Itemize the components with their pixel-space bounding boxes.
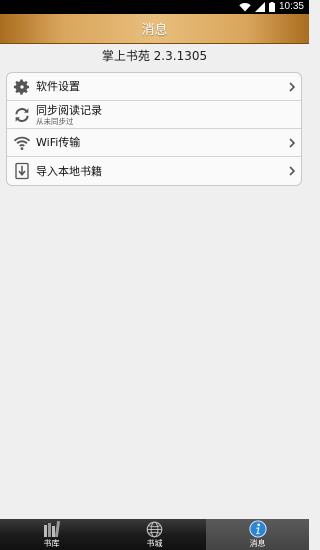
- tab-label: 书库: [43, 539, 60, 548]
- menu-item-label: 同步阅读记录: [36, 103, 102, 117]
- menu-item-text: 导入本地书籍: [36, 165, 102, 178]
- status-bar: 10:35: [0, 0, 309, 14]
- sync-icon: [12, 105, 32, 125]
- status-time: 10:35: [278, 1, 304, 12]
- page-title: 消息: [141, 23, 168, 38]
- app-version-text: 掌上书苑 2.3.1305: [101, 49, 208, 63]
- wifi-icon: [12, 133, 32, 153]
- info-icon: [248, 520, 268, 538]
- chevron-right-icon: [289, 81, 296, 92]
- menu-item-label: 导入本地书籍: [36, 164, 102, 178]
- sync-status-text: 从未同步过: [36, 116, 74, 126]
- bookshelf-icon: [42, 520, 62, 538]
- tab-messages[interactable]: 消息: [206, 519, 309, 550]
- wifi-signal-icon: [239, 3, 251, 12]
- menu-item-software-settings[interactable]: 软件设置: [7, 73, 301, 101]
- cell-signal-icon: [255, 2, 265, 12]
- tab-bookshelf[interactable]: 书库: [0, 519, 103, 550]
- globe-icon: [145, 520, 165, 538]
- tab-label: 消息: [249, 539, 266, 548]
- import-icon: [12, 161, 32, 181]
- menu-item-label: 软件设置: [36, 80, 80, 93]
- battery-icon: [269, 2, 275, 12]
- menu-item-text: WiFi传输: [36, 136, 80, 149]
- gear-icon: [12, 77, 32, 97]
- menu-item-text: 同步阅读记录 从未同步过: [36, 104, 102, 126]
- bottom-tab-bar: 书库 书城 消息: [0, 519, 309, 550]
- chevron-right-icon: [289, 137, 296, 148]
- menu-item-sync-reading[interactable]: 同步阅读记录 从未同步过: [7, 101, 301, 129]
- menu-item-import-local-books[interactable]: 导入本地书籍: [7, 157, 301, 185]
- menu-item-wifi-transfer[interactable]: WiFi传输: [7, 129, 301, 157]
- settings-menu: 软件设置 同步阅读记录 从未同步过 WiFi传输 导入本地书籍: [6, 72, 302, 186]
- chevron-right-icon: [289, 166, 296, 176]
- menu-item-label: WiFi传输: [36, 136, 81, 149]
- title-bar: 消息: [0, 14, 309, 44]
- menu-item-text: 软件设置: [36, 80, 80, 93]
- status-icons: [239, 2, 275, 12]
- tab-bookstore[interactable]: 书城: [103, 519, 206, 550]
- tab-label: 书城: [146, 539, 163, 548]
